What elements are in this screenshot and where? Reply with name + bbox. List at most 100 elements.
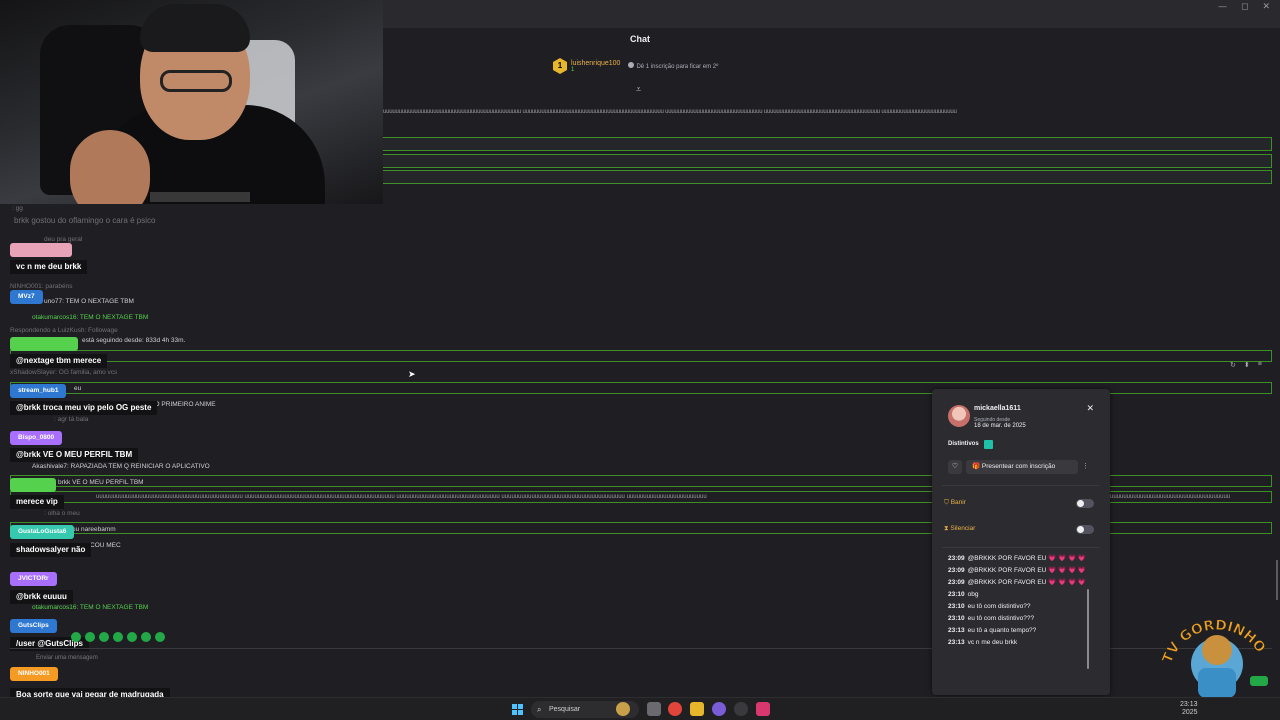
- close-icon[interactable]: ✕: [1086, 403, 1094, 414]
- chat-line: uno77: TEM O NEXTAGE TBM: [44, 298, 134, 305]
- maximize-icon[interactable]: ◻: [1241, 2, 1248, 12]
- overlay-username: Bispo_0800: [10, 431, 63, 445]
- chat-line: NINHO001: parabéns: [10, 283, 73, 290]
- scrollbar[interactable]: [1087, 589, 1089, 669]
- overlay-username: GustaLoGusta6: [10, 525, 75, 539]
- chat-line: Akashivale7: RAPAZIADA TEM Q REINICIAR O…: [32, 463, 210, 470]
- card-username[interactable]: mickaella1611: [974, 405, 1021, 412]
- user-card: mickaella1611 Seguindo desde 18 de mar. …: [932, 389, 1110, 695]
- badges-label: Distintivos: [948, 441, 979, 447]
- medal-icon: 1: [553, 58, 567, 74]
- chat-line: está seguindo desde: 833d 4h 33m.: [82, 337, 186, 344]
- chat-title: Chat: [630, 34, 650, 44]
- discord-icon[interactable]: [712, 702, 726, 716]
- history-line: 23:13 eu tô a quanto tempo??: [948, 627, 1037, 634]
- highlight-row: [383, 170, 1272, 184]
- ban-row: ⛉ Banir: [944, 495, 1094, 511]
- search-icon: ⌕: [537, 705, 542, 714]
- history-line: 23:10 eu tô com distintivo??: [948, 603, 1031, 610]
- timeout-row: ⧗ Silenciar: [944, 521, 1094, 537]
- gift-icon: 🎁: [972, 463, 982, 470]
- history-line: 23:09 @BRKKK POR FAVOR EU 💗 💗 💗 💗: [948, 555, 1086, 562]
- mouse-cursor-icon: ➤: [408, 369, 416, 379]
- history-line: 23:10 eu tô com distintivo???: [948, 615, 1035, 622]
- overlay-username: [10, 337, 78, 351]
- leader-count: 1: [571, 66, 575, 73]
- timeout-label: Silenciar: [950, 525, 976, 532]
- chat-tools: ↻ ⬍ ≡: [1230, 361, 1262, 369]
- webcam-feed: [0, 0, 383, 204]
- follow-button[interactable]: ♡: [948, 460, 962, 474]
- gift-sub-label: Presentear com inscrição: [981, 463, 1056, 470]
- gift-icon: [628, 62, 635, 68]
- subscriber-badge-icon: [984, 440, 993, 449]
- chat-line: otakumarcos16: TEM O NEXTAGE TBM: [32, 314, 149, 321]
- overlay-username: [10, 243, 72, 257]
- overlay-username: stream_hub1: [10, 384, 67, 398]
- chat-line: : olha o meu: [44, 510, 80, 517]
- windows-start-icon[interactable]: [512, 704, 523, 715]
- highlight-row: [383, 154, 1272, 168]
- screen: — ◻ ✕ Chat 1 luishenrique100 1 Dê 1 insc…: [0, 0, 1280, 720]
- spam-message: uuuuuuuuuuuuuuuuuuuuuuuuuuuuuuuuuuuuuuuu…: [383, 109, 957, 115]
- menu-icon[interactable]: ≡: [1258, 361, 1262, 369]
- chrome-icon[interactable]: [668, 702, 682, 716]
- pin-icon[interactable]: ⬍: [1244, 361, 1250, 369]
- leader-username: luishenrique100: [571, 59, 621, 67]
- system-clock[interactable]: 23:13 2025: [1180, 701, 1198, 717]
- history-line: 23:09 @BRKKK POR FAVOR EU 💗 💗 💗 💗: [948, 579, 1086, 586]
- window-titlebar: — ◻ ✕: [383, 0, 1280, 28]
- chat-line: : gg: [12, 205, 23, 212]
- overlay-username: [10, 478, 56, 492]
- chevron-down-icon[interactable]: ⩡: [636, 84, 641, 95]
- chat-input[interactable]: Enviar uma mensagem: [36, 655, 98, 661]
- history-line: 23:09 @BRKKK POR FAVOR EU 💗 💗 💗 💗: [948, 567, 1086, 574]
- task-view-icon[interactable]: [647, 702, 661, 716]
- gift-text: Dê 1 inscrição para ficar em 2º: [636, 64, 719, 70]
- overlay-username: NINHO001: [10, 667, 58, 681]
- overlay-message: @brkk VE O MEU PERFIL TBM: [10, 448, 139, 462]
- overlay-username: GutsClips: [10, 619, 57, 633]
- obs-icon[interactable]: [734, 702, 748, 716]
- ban-label: Banir: [950, 499, 966, 506]
- shield-icon: ⛉: [944, 499, 951, 506]
- chat-line: brkk gostou do oflamingo o cara é psico: [14, 216, 156, 225]
- highlight-row: [383, 137, 1272, 151]
- overlay-username: MVz7: [10, 290, 43, 304]
- overlay-message: @brkk troca meu vip pelo OG peste: [10, 401, 158, 415]
- chat-line: otakumarcos16: TEM O NEXTAGE TBM: [32, 604, 149, 611]
- taskbar: ⌕ Pesquisar 23:13 2025: [0, 697, 1280, 720]
- folder-icon[interactable]: [690, 702, 704, 716]
- history-line: 23:10 obg: [948, 591, 979, 598]
- timeout-toggle[interactable]: [1076, 524, 1094, 534]
- follow-since-date: 18 de mar. de 2025: [974, 423, 1026, 429]
- app-icon[interactable]: [756, 702, 770, 716]
- channel-logo: TV GORDINHO: [1160, 617, 1269, 698]
- chat-line: COU MEC: [90, 542, 121, 549]
- weather-icon[interactable]: [616, 702, 630, 716]
- spam-message: uuuuuuuuuuuuuuuuuuuuuuuuuuuuuuuuuuuuuuuu…: [1110, 494, 1230, 500]
- refresh-icon[interactable]: ↻: [1230, 361, 1236, 369]
- hype-leaderboard[interactable]: 1 luishenrique100 1 Dê 1 inscrição para …: [553, 58, 718, 74]
- highlight-row: [10, 350, 1272, 362]
- chat-line: deu pra geral: [44, 236, 83, 243]
- overlay-message: merece vip: [10, 495, 64, 509]
- minimize-icon[interactable]: —: [1218, 2, 1227, 12]
- overlay-message: @nextage tbm merece: [10, 354, 108, 368]
- gift-sub-button[interactable]: 🎁 Presentear com inscrição: [966, 460, 1078, 474]
- chat-line: xShadowSlayer: OG familia, amo vcs: [10, 369, 118, 376]
- avatar[interactable]: [948, 405, 970, 427]
- overlay-message: vc n me deu brkk: [10, 260, 88, 274]
- spam-message: uuuuuuuuuuuuuuuuuuuuuuuuuuuuuuuuuuuuuuuu…: [96, 494, 707, 500]
- ban-toggle[interactable]: [1076, 498, 1094, 508]
- more-icon[interactable]: ⋮: [1082, 462, 1089, 470]
- close-icon[interactable]: ✕: [1262, 2, 1270, 12]
- overlay-message: shadowsalyer não: [10, 543, 92, 557]
- overlay-message: @brkk euuuu: [10, 590, 73, 604]
- chat-line: Respondendo a LuizKush: Followage: [10, 327, 118, 334]
- emote-row: [71, 632, 165, 642]
- overlay-username: JVICTORr: [10, 572, 57, 586]
- scrollbar[interactable]: [1276, 560, 1278, 600]
- message-history: 23:09 @BRKKK POR FAVOR EU 💗 💗 💗 💗 23:09 @B…: [948, 555, 1098, 651]
- chat-line: : agr tá bala: [54, 416, 89, 423]
